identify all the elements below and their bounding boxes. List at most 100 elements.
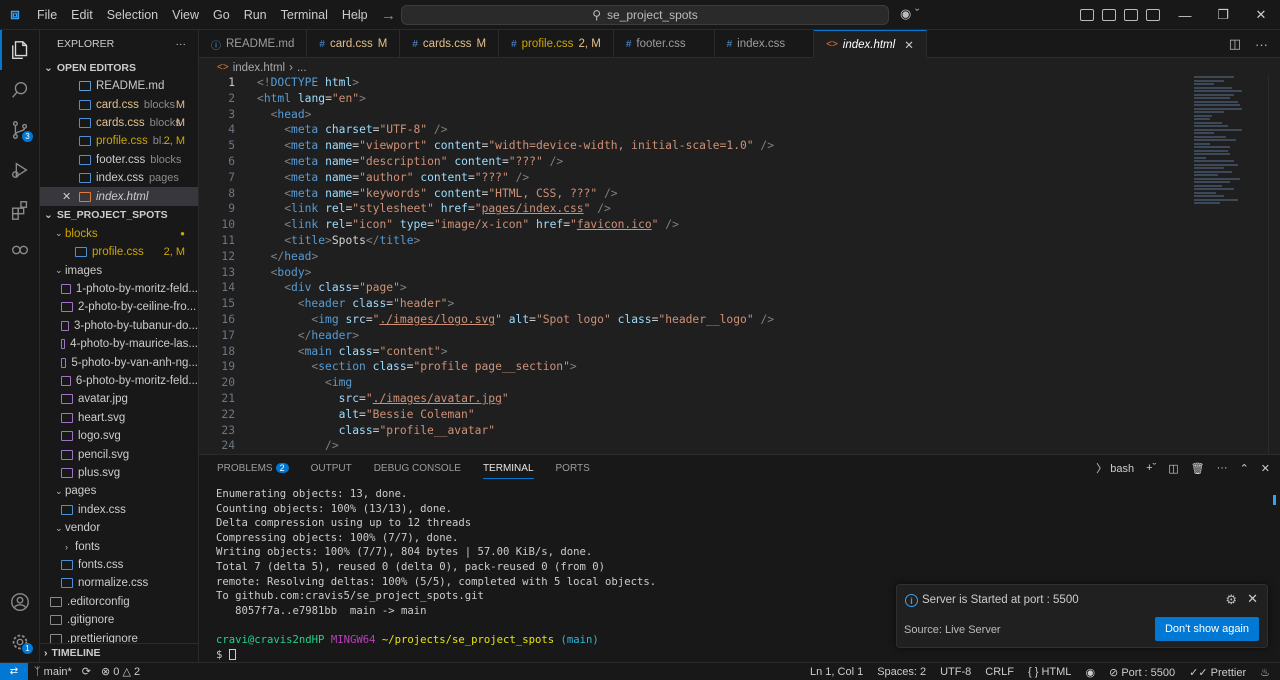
file-image-2[interactable]: 2-photo-by-ceiline-fro... <box>40 298 198 316</box>
tab-debug-console[interactable]: DEBUG CONSOLE <box>374 463 461 474</box>
source-control-icon[interactable]: 3 <box>0 110 40 150</box>
file-gitignore[interactable]: .gitignore <box>40 611 198 629</box>
tab-output[interactable]: OUTPUT <box>311 463 352 474</box>
close-icon[interactable]: ✕ <box>1247 591 1258 607</box>
tab-footer-css[interactable]: # footer.css <box>614 30 715 58</box>
branch-status[interactable]: ᛉ main* <box>34 666 72 678</box>
toggle-secondary-sidebar-icon[interactable] <box>1146 9 1160 21</box>
menu-selection[interactable]: Selection <box>100 0 165 30</box>
folder-blocks[interactable]: ⌄ blocks ● <box>40 225 198 243</box>
menu-run[interactable]: Run <box>237 0 274 30</box>
file-image-3[interactable]: 3-photo-by-tubanur-do... <box>40 317 198 335</box>
breadcrumb-symbol[interactable]: ... <box>297 62 307 74</box>
minimize-icon[interactable]: — <box>1166 0 1204 30</box>
file-fonts-css[interactable]: fonts.css <box>40 556 198 574</box>
terminal-shell-selector[interactable]: 〉 bash <box>1096 460 1134 476</box>
tab-profile-css[interactable]: # profile.css 2, M <box>499 30 614 58</box>
file-avatar[interactable]: avatar.jpg <box>40 390 198 408</box>
maximize-panel-icon[interactable]: ⌃ <box>1240 462 1249 475</box>
code-editor[interactable]: 1 <!DOCTYPE html> 2 <html lang="en"> 3 <he… <box>199 76 1280 454</box>
folder-fonts[interactable]: › fonts <box>40 537 198 555</box>
prettier-status[interactable]: ✓✓ Prettier <box>1189 666 1246 679</box>
timeline-header[interactable]: › TIMELINE <box>40 643 198 662</box>
file-heart-svg[interactable]: heart.svg <box>40 409 198 427</box>
tab-index-css[interactable]: # index.css <box>715 30 815 58</box>
tab-terminal[interactable]: TERMINAL <box>482 463 534 479</box>
split-editor-icon[interactable]: ◫ <box>1229 36 1241 52</box>
toggle-primary-sidebar-icon[interactable] <box>1102 9 1116 21</box>
minimap[interactable] <box>1194 76 1246 226</box>
trash-icon[interactable]: 🗑 <box>1191 462 1205 475</box>
open-editor-cards-css[interactable]: cards.css blocks M <box>40 114 198 132</box>
terminal-input-line[interactable]: $ <box>216 649 656 664</box>
problems-status[interactable]: ⊗ 0 △ 2 <box>101 665 140 678</box>
menu-terminal[interactable]: Terminal <box>274 0 335 30</box>
file-image-5[interactable]: 5-photo-by-van-anh-ng... <box>40 353 198 371</box>
forward-arrow-icon[interactable]: → <box>381 7 396 24</box>
manage-gear-icon[interactable]: 1 <box>0 622 40 662</box>
gear-icon[interactable]: ⚙ <box>1225 592 1237 608</box>
notifications-bell-icon[interactable]: ♨ <box>1260 666 1270 679</box>
open-editor-index-css[interactable]: index.css pages <box>40 169 198 187</box>
window-close-icon[interactable]: ✕ <box>1242 0 1280 30</box>
extensions-icon[interactable] <box>0 190 40 230</box>
folder-images[interactable]: ⌄ images <box>40 262 198 280</box>
file-plus-svg[interactable]: plus.svg <box>40 464 198 482</box>
split-terminal-icon[interactable]: ◫ <box>1168 462 1178 475</box>
sync-icon[interactable]: ⟳ <box>82 665 91 678</box>
file-image-1[interactable]: 1-photo-by-moritz-feld... <box>40 280 198 298</box>
tab-problems[interactable]: PROBLEMS 2 <box>217 462 289 474</box>
open-editor-readme[interactable]: README.md <box>40 77 198 95</box>
accounts-icon[interactable] <box>0 582 40 622</box>
file-logo-svg[interactable]: logo.svg <box>40 427 198 445</box>
tab-card-css[interactable]: # card.css M <box>307 30 401 58</box>
file-normalize-css[interactable]: normalize.css <box>40 574 198 592</box>
tab-ports[interactable]: PORTS <box>556 463 590 474</box>
breadcrumb-file[interactable]: index.html <box>233 62 285 74</box>
tab-index-html[interactable]: <> index.html ✕ <box>814 30 927 58</box>
customize-layout-icon[interactable] <box>1080 9 1094 21</box>
indentation[interactable]: Spaces: 2 <box>877 666 926 678</box>
file-pages-index-css[interactable]: index.css <box>40 501 198 519</box>
back-arrow-icon[interactable]: ← <box>352 7 367 24</box>
live-share-icon[interactable] <box>0 230 40 270</box>
more-actions-icon[interactable]: ··· <box>1255 37 1268 52</box>
open-editor-footer-css[interactable]: footer.css blocks <box>40 151 198 169</box>
run-debug-icon[interactable] <box>0 150 40 190</box>
copilot-icon[interactable]: ◉ ˇ <box>900 6 919 22</box>
tab-readme[interactable]: ⓘ README.md <box>199 30 308 58</box>
remote-indicator-icon[interactable]: ⇄ <box>0 662 28 680</box>
open-editors-header[interactable]: ⌄ OPEN EDITORS <box>40 58 198 77</box>
open-editor-profile-css[interactable]: profile.css bl... 2, M <box>40 132 198 150</box>
line-endings[interactable]: CRLF <box>985 666 1014 678</box>
search-view-icon[interactable] <box>0 70 40 110</box>
live-server-status[interactable]: ⊘ Port : 5500 <box>1109 666 1175 679</box>
close-icon[interactable]: ✕ <box>62 190 79 203</box>
restore-icon[interactable]: ❐ <box>1204 0 1242 30</box>
encoding[interactable]: UTF-8 <box>940 666 971 678</box>
file-image-6[interactable]: 6-photo-by-moritz-feld... <box>40 372 198 390</box>
open-editor-index-html[interactable]: ✕ index.html <box>40 187 198 206</box>
close-icon[interactable]: ✕ <box>904 38 914 52</box>
folder-pages[interactable]: ⌄ pages <box>40 482 198 500</box>
dont-show-again-button[interactable]: Don't show again <box>1154 617 1259 641</box>
file-pencil-svg[interactable]: pencil.svg <box>40 445 198 463</box>
editor-scrollbar[interactable] <box>1268 76 1280 454</box>
menu-file[interactable]: File <box>30 0 64 30</box>
terminal-output[interactable]: Enumerating objects: 13, done. Counting … <box>216 488 656 663</box>
command-center-search[interactable]: ⚲ se_project_spots <box>401 5 889 25</box>
open-editor-card-css[interactable]: card.css blocks M <box>40 95 198 113</box>
file-editorconfig[interactable]: .editorconfig <box>40 593 198 611</box>
file-image-4[interactable]: 4-photo-by-maurice-las... <box>40 335 198 353</box>
file-profile-css[interactable]: profile.css 2, M <box>40 243 198 261</box>
menu-view[interactable]: View <box>165 0 206 30</box>
toggle-panel-icon[interactable] <box>1124 9 1138 21</box>
menu-edit[interactable]: Edit <box>64 0 100 30</box>
tab-cards-css[interactable]: # cards.css M <box>400 30 500 58</box>
explorer-icon[interactable] <box>0 30 40 70</box>
cursor-position[interactable]: Ln 1, Col 1 <box>810 666 863 678</box>
more-actions-icon[interactable]: ··· <box>176 38 187 50</box>
more-actions-icon[interactable]: ··· <box>1217 462 1228 474</box>
folder-vendor[interactable]: ⌄ vendor <box>40 519 198 537</box>
new-terminal-icon[interactable]: +ˇ <box>1146 462 1156 474</box>
